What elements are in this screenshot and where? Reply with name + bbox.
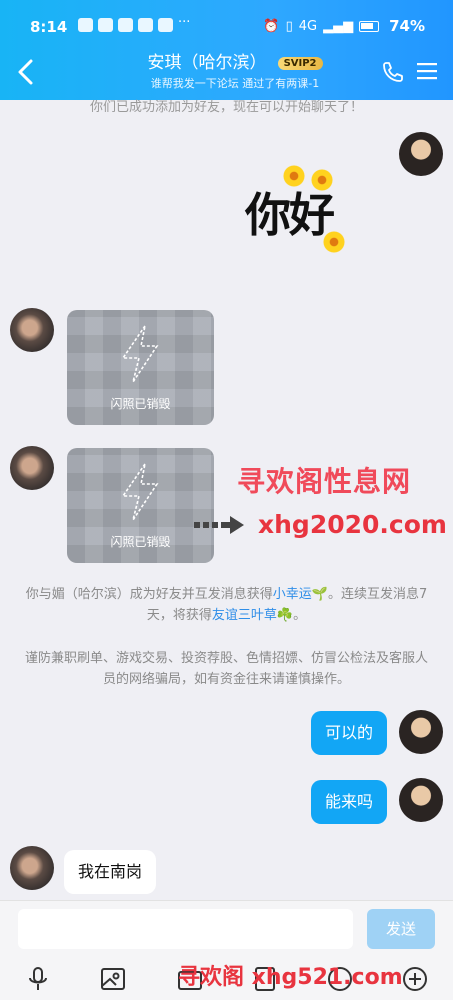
fraud-warning: 谨防兼职刷单、游戏交易、投资荐股、色情招嫖、仿冒公检法及客服人员的网络骗局，如有… bbox=[24, 651, 428, 687]
alarm-icon: ⏰ bbox=[263, 18, 280, 34]
image-icon[interactable] bbox=[99, 965, 127, 993]
flash-photo-label: 闪照已销毁 bbox=[110, 397, 171, 411]
app-notification-icon bbox=[138, 18, 153, 32]
message-bubble-out[interactable]: 可以的 bbox=[310, 711, 387, 755]
app-notification-icon bbox=[158, 18, 173, 32]
app-notification-icon bbox=[98, 18, 113, 32]
back-icon[interactable] bbox=[14, 58, 38, 86]
more-notifications-icon: ··· bbox=[178, 15, 191, 30]
battery-icon bbox=[359, 20, 380, 32]
contact-avatar[interactable] bbox=[10, 308, 54, 352]
flash-photo[interactable]: 闪照已销毁 bbox=[67, 310, 214, 425]
my-avatar[interactable] bbox=[399, 710, 443, 754]
notice-text: 。 bbox=[293, 608, 307, 623]
app-notification-icon bbox=[78, 18, 93, 32]
watermark-footer: 寻欢阁 xhg521.com bbox=[178, 965, 403, 990]
friendship-notice: 你与媚（哈尔滨）成为好友并互发消息获得小幸运🌱。连续互发消息7天，将获得友谊三叶… bbox=[20, 584, 433, 626]
my-avatar[interactable] bbox=[399, 778, 443, 822]
svip-badge: SVIP2 bbox=[277, 57, 323, 70]
notification-icons: ··· bbox=[78, 15, 191, 32]
contact-avatar[interactable] bbox=[10, 446, 54, 490]
clover-link[interactable]: 友谊三叶草☘️ bbox=[212, 608, 293, 623]
battery-percent: 74% bbox=[389, 17, 425, 35]
lightning-icon bbox=[121, 463, 159, 521]
signal-icon: ▂▄▆ bbox=[323, 18, 354, 34]
lightning-icon bbox=[121, 325, 159, 383]
contact-name: 安琪（哈尔滨） bbox=[147, 53, 267, 73]
network-label: 4G bbox=[298, 18, 318, 34]
flower-decoration bbox=[311, 169, 333, 191]
mic-icon[interactable] bbox=[24, 965, 52, 993]
chat-header: 8:14 ··· ⏰ ▯ 4G ▂▄▆ 74% 安琪（哈尔滨） SVIP2 谁帮… bbox=[0, 0, 453, 100]
vibrate-icon: ▯ bbox=[285, 18, 293, 34]
contact-avatar[interactable] bbox=[10, 846, 54, 890]
composer: 发送 寻欢阁 xhg521.com bbox=[0, 900, 453, 1000]
watermark-arrow-icon bbox=[194, 516, 244, 534]
message-bubble-out[interactable]: 能来吗 bbox=[310, 780, 387, 824]
message-bubble-in[interactable]: 我在南岗 bbox=[64, 850, 157, 894]
status-bar: 8:14 ··· ⏰ ▯ 4G ▂▄▆ 74% bbox=[0, 0, 453, 50]
flash-photo[interactable]: 闪照已销毁 bbox=[67, 448, 214, 563]
watermark-site-name: 寻欢阁性息网 bbox=[237, 465, 412, 498]
system-tray: ⏰ ▯ 4G ▂▄▆ 74% bbox=[263, 17, 425, 35]
phone-icon[interactable] bbox=[381, 60, 405, 84]
chat-title-area[interactable]: 安琪（哈尔滨） SVIP2 谁帮我发一下论坛 通过了有两课-1 bbox=[100, 48, 370, 91]
notice-text: 你与媚（哈尔滨）成为好友并互发消息获得 bbox=[25, 587, 273, 602]
flower-decoration bbox=[323, 231, 345, 253]
send-button[interactable]: 发送 bbox=[367, 909, 435, 949]
sticker-message[interactable]: 你好 bbox=[245, 165, 375, 255]
friend-added-notice: 你们已成功添加为好友，现在可以开始聊天了！ bbox=[89, 100, 363, 115]
status-time: 8:14 bbox=[30, 18, 68, 36]
message-input[interactable] bbox=[18, 909, 353, 949]
app-notification-icon bbox=[118, 18, 133, 32]
plus-icon[interactable] bbox=[401, 965, 429, 993]
watermark-url: xhg2020.com bbox=[258, 510, 447, 539]
flower-decoration bbox=[283, 165, 305, 187]
menu-icon[interactable] bbox=[417, 62, 437, 80]
contact-status: 谁帮我发一下论坛 通过了有两课-1 bbox=[150, 77, 320, 90]
my-avatar[interactable] bbox=[399, 132, 443, 176]
lucky-link[interactable]: 小幸运🌱 bbox=[273, 587, 328, 602]
